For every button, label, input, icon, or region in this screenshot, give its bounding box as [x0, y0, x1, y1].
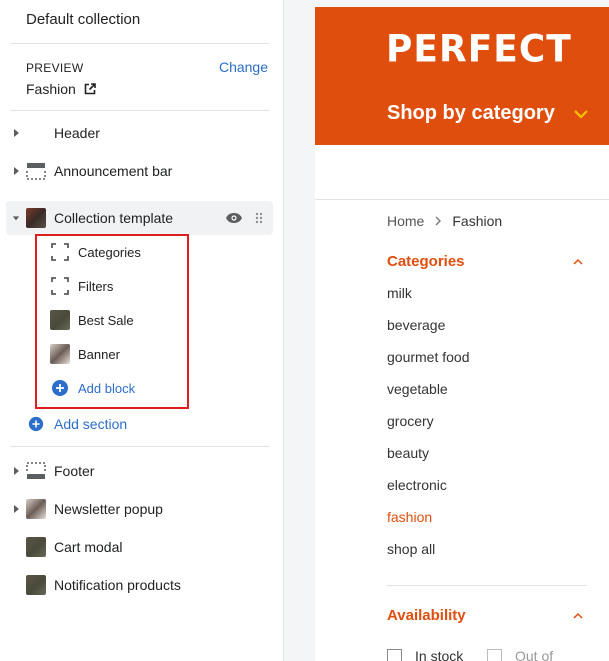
caret-right-icon[interactable]: [12, 504, 20, 514]
caret-down-icon[interactable]: [12, 213, 20, 223]
category-list: milk beverage gourmet food vegetable grocery…: [387, 285, 470, 573]
footer-icon: [26, 462, 46, 479]
section-notification-products[interactable]: Notification products: [0, 568, 273, 602]
collection-template-thumbnail: [26, 208, 46, 228]
section-header[interactable]: Header: [0, 116, 273, 150]
shop-by-category-menu[interactable]: Shop by category: [387, 102, 589, 125]
plus-circle-icon: [28, 416, 44, 432]
section-label: Newsletter popup: [54, 501, 163, 517]
store-logo[interactable]: PERFECT: [386, 28, 572, 71]
highlight-annotation-box: [35, 234, 189, 409]
divider: [10, 110, 269, 111]
section-label: Header: [54, 125, 100, 141]
category-link[interactable]: shop all: [387, 541, 470, 573]
preview-resource[interactable]: Fashion: [26, 81, 96, 97]
announcement-bar-icon: [26, 163, 46, 180]
categories-heading[interactable]: Categories: [387, 253, 465, 270]
section-cart-modal[interactable]: Cart modal: [0, 530, 273, 564]
category-link[interactable]: milk: [387, 285, 470, 317]
section-label: Announcement bar: [54, 163, 173, 179]
preview-resource-name: Fashion: [26, 81, 76, 97]
template-title: Default collection: [26, 11, 141, 28]
divider: [10, 446, 269, 447]
preview-label: PREVIEW: [26, 61, 84, 75]
checkbox-box[interactable]: [487, 648, 502, 661]
shop-by-category-label: Shop by category: [387, 102, 555, 124]
category-link[interactable]: gourmet food: [387, 349, 470, 381]
storefront-frame: PERFECT Shop by category Home Fashion Ca…: [315, 7, 609, 661]
notification-products-thumbnail: [26, 575, 46, 595]
add-section-label: Add section: [54, 416, 128, 432]
caret-right-icon[interactable]: [12, 166, 20, 176]
category-link[interactable]: vegetable: [387, 381, 470, 413]
chevron-up-icon[interactable]: [572, 258, 584, 266]
divider: [387, 585, 587, 586]
breadcrumb-home[interactable]: Home: [387, 213, 424, 229]
section-newsletter-popup[interactable]: Newsletter popup: [0, 492, 273, 526]
checkbox-label: Out of: [515, 648, 554, 661]
checkbox-box[interactable]: [387, 648, 402, 661]
category-link[interactable]: electronic: [387, 477, 470, 509]
category-link[interactable]: grocery: [387, 413, 470, 445]
drag-handle-icon[interactable]: [255, 212, 263, 224]
category-link[interactable]: fashion: [387, 509, 470, 541]
chevron-down-icon: [574, 109, 588, 119]
section-label: Collection template: [54, 210, 174, 226]
store-preview-pane: PERFECT Shop by category Home Fashion Ca…: [284, 0, 609, 661]
eye-icon[interactable]: [225, 212, 243, 224]
out-of-stock-checkbox[interactable]: Out of: [487, 648, 553, 661]
section-label: Footer: [54, 463, 95, 479]
cart-modal-thumbnail: [26, 537, 46, 557]
section-announcement-bar[interactable]: Announcement bar: [0, 154, 273, 188]
add-section-button[interactable]: Add section: [28, 411, 127, 437]
breadcrumb-current: Fashion: [452, 213, 503, 229]
breadcrumb: Home Fashion: [387, 213, 502, 229]
section-actions: [225, 212, 263, 224]
chevron-up-icon[interactable]: [572, 612, 584, 620]
external-link-icon[interactable]: [84, 83, 96, 95]
divider: [10, 43, 269, 44]
chevron-right-icon: [435, 216, 442, 226]
category-link[interactable]: beverage: [387, 317, 470, 349]
section-collection-template[interactable]: Collection template: [6, 201, 273, 235]
caret-right-icon[interactable]: [12, 466, 20, 476]
newsletter-popup-thumbnail: [26, 499, 46, 519]
checkbox-label: In stock: [415, 648, 464, 661]
section-label: Cart modal: [54, 539, 123, 555]
change-preview-link[interactable]: Change: [219, 59, 268, 75]
theme-editor-sidebar: Default collection PREVIEW Change Fashio…: [0, 0, 284, 661]
store-header: PERFECT Shop by category: [315, 7, 609, 145]
category-link[interactable]: beauty: [387, 445, 470, 477]
section-footer[interactable]: Footer: [0, 454, 273, 488]
availability-heading[interactable]: Availability: [387, 607, 466, 624]
in-stock-checkbox[interactable]: In stock: [387, 648, 463, 661]
section-label: Notification products: [54, 577, 181, 593]
nav-strip: [315, 145, 609, 200]
caret-right-icon[interactable]: [12, 128, 20, 138]
